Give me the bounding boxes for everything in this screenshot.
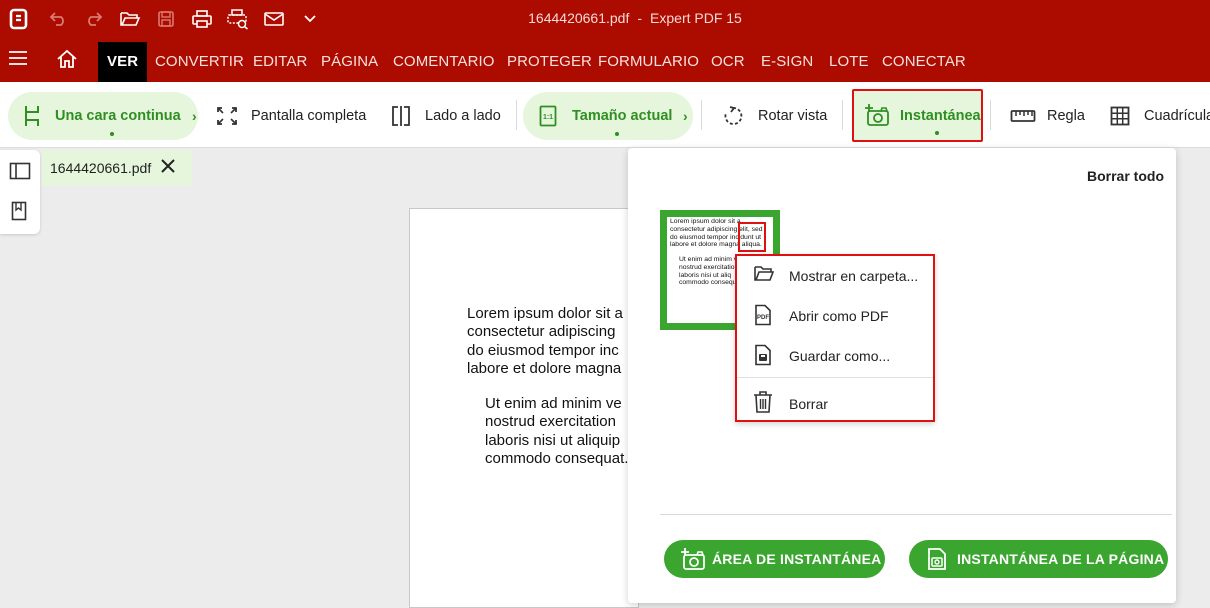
home-icon[interactable] [56,49,78,74]
tab-convertir[interactable]: CONVERTIR [146,42,253,82]
tamano-indicator-dot [615,132,619,136]
toolbar-divider [990,100,991,130]
page-text-line: do eiusmod tempor inc [467,341,619,359]
una-cara-chevron-icon[interactable]: › [192,108,197,124]
fullscreen-icon [216,106,238,130]
context-menu-divider [737,377,933,378]
page-text-line: Ut enim ad minim ve [485,395,622,412]
instantanea-label: Instantánea [900,108,981,124]
page-text-line: nostrud exercitation [485,413,616,431]
toolbar-divider [516,100,517,130]
menu-bar: VER CONVERTIR EDITAR PÁGINA COMENTARIO P… [0,38,1210,82]
window-title: 1644420661.pdf - Expert PDF 15 [0,0,1210,38]
pdf-page[interactable]: Lorem ipsum dolor sit a consectetur adip… [409,208,639,608]
pantalla-completa-button[interactable]: Pantalla completa [214,92,374,140]
svg-text:PDF: PDF [757,315,769,321]
page-text-line: commodo consequat. [485,450,629,468]
tamano-actual-button[interactable]: 1:1 Tamaño actual › [523,92,693,140]
folder-open-icon [753,264,775,287]
actual-size-icon: 1:1 [539,105,557,131]
title-bar: 1644420661.pdf - Expert PDF 15 [0,0,1210,38]
pdf-file-icon: PDF [753,304,773,329]
page-text-line: consectetur adipiscing [467,323,616,341]
tab-pagina[interactable]: PÁGINA [312,42,387,82]
borrar-item[interactable]: Borrar [737,384,933,424]
hamburger-menu-icon[interactable] [8,50,28,71]
cuadricula-label: Cuadrícula [1144,108,1210,124]
side-by-side-icon [390,105,412,131]
area-snapshot-icon [680,547,706,574]
tamano-actual-label: Tamaño actual [572,108,673,124]
close-tab-icon[interactable] [160,158,176,177]
tab-ver[interactable]: VER [98,42,148,82]
una-cara-indicator-dot [110,132,114,136]
panel-toggle-icon[interactable] [9,162,31,185]
tab-e-sign[interactable]: E-SIGN [752,42,822,82]
guardar-como-item[interactable]: Guardar como... [737,336,933,376]
document-tab[interactable]: 1644420661.pdf [42,150,192,186]
abrir-como-pdf-item[interactable]: PDF Abrir como PDF [737,296,933,336]
regla-button[interactable]: Regla [1010,92,1090,140]
snapshot-camera-icon [864,103,890,132]
title-file-name: 1644420661.pdf [528,10,630,26]
toolbar-divider [842,100,843,130]
tab-comentario[interactable]: COMENTARIO [384,42,504,82]
svg-text:1:1: 1:1 [543,114,553,121]
borrar-todo-button[interactable]: Borrar todo [1087,168,1164,184]
page-text-line: Lorem ipsum dolor sit a [467,305,623,322]
area-de-instantanea-label: ÁREA DE INSTANTÁNEA [712,551,882,567]
rotar-vista-button[interactable]: Rotar vista [722,92,832,140]
pantalla-completa-label: Pantalla completa [251,108,367,124]
regla-label: Regla [1047,108,1085,124]
rotar-vista-label: Rotar vista [758,108,828,124]
panel-divider [660,514,1172,515]
area-de-instantanea-button[interactable]: ÁREA DE INSTANTÁNEA [664,540,885,578]
bookmark-icon[interactable] [11,201,27,226]
mostrar-en-carpeta-item[interactable]: Mostrar en carpeta... [737,256,933,296]
una-cara-continua-button[interactable]: Una cara continua › [8,92,198,140]
instantanea-de-la-pagina-button[interactable]: INSTANTÁNEA DE LA PÁGINA [909,540,1168,578]
tab-lote[interactable]: LOTE [820,42,878,82]
tab-ocr[interactable]: OCR [702,42,754,82]
side-panel [0,150,40,234]
tab-editar[interactable]: EDITAR [244,42,317,82]
rotate-view-icon [722,105,744,131]
toolbar-divider [701,100,702,130]
snapshot-context-menu: Mostrar en carpeta... PDF Abrir como PDF… [735,254,935,422]
document-tab-label: 1644420661.pdf [50,160,152,176]
thumbnail-selection-highlight [738,222,766,252]
page-paragraph-2: Ut enim ad minim ve nostrud exercitation… [485,395,628,469]
borrar-label: Borrar [789,396,828,412]
page-paragraph-1: Lorem ipsum dolor sit a consectetur adip… [467,305,623,379]
abrir-como-pdf-label: Abrir como PDF [789,308,889,324]
tab-proteger[interactable]: PROTEGER [498,42,601,82]
cuadricula-button[interactable]: Cuadrícula [1110,92,1210,140]
title-separator: - [637,10,643,26]
tamano-chevron-icon[interactable]: › [683,108,688,124]
title-app-name: Expert PDF 15 [650,10,742,26]
ruler-icon [1010,108,1036,128]
trash-icon [753,390,773,417]
tab-formulario[interactable]: FORMULARIO [589,42,708,82]
instantanea-indicator-dot [935,131,939,135]
guardar-como-label: Guardar como... [789,348,891,364]
lado-a-lado-button[interactable]: Lado a lado [390,92,505,140]
continuous-page-icon [22,104,42,132]
page-text-line: laboris nisi ut aliquip [485,431,621,449]
lado-a-lado-label: Lado a lado [425,108,501,124]
una-cara-continua-label: Una cara continua [55,108,181,124]
instantanea-de-la-pagina-label: INSTANTÁNEA DE LA PÁGINA [957,551,1165,567]
save-as-icon [753,344,773,369]
page-snapshot-icon [927,547,947,574]
ver-toolbar: Una cara continua › Pantalla completa La… [0,82,1210,148]
instantanea-button[interactable]: Instantánea [852,89,983,142]
mostrar-en-carpeta-label: Mostrar en carpeta... [789,268,919,284]
grid-icon [1110,106,1130,130]
tab-conectar[interactable]: CONECTAR [873,42,975,82]
page-text-line: labore et dolore magna [467,360,622,378]
